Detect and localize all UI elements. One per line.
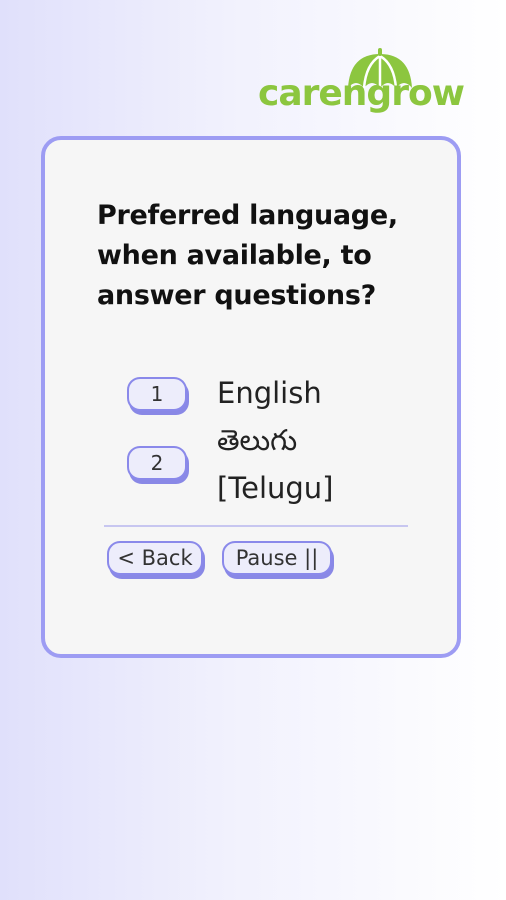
carengrow-logo: carengrow xyxy=(258,48,465,122)
divider xyxy=(104,525,408,527)
question-card: Preferred language, when available, to a… xyxy=(41,136,461,658)
option-1-button[interactable]: 1 xyxy=(127,377,187,411)
question-text: Preferred language, when available, to a… xyxy=(97,200,398,311)
option-2-button[interactable]: 2 xyxy=(127,446,187,480)
option-1-label[interactable]: English xyxy=(217,370,322,416)
option-2-label[interactable]: తెలుగు xyxy=(217,417,297,463)
logo-wordmark: carengrow xyxy=(258,73,465,114)
back-button[interactable]: < Back xyxy=(107,541,203,575)
pause-button[interactable]: Pause || xyxy=(222,541,332,575)
option-2-sublabel[interactable]: [Telugu] xyxy=(217,465,333,511)
